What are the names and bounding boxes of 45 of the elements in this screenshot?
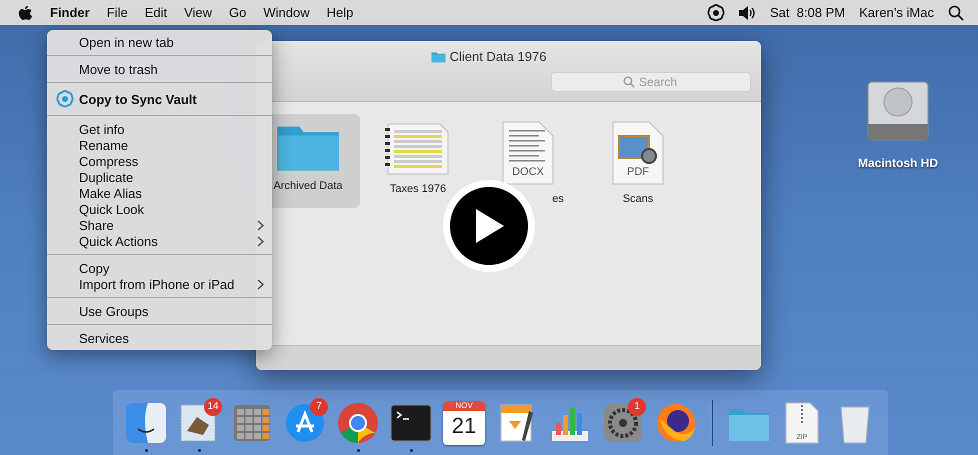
menu-title[interactable]: View: [184, 5, 212, 20]
search-icon[interactable]: [948, 4, 964, 20]
volume-icon[interactable]: [738, 4, 756, 20]
apple-icon[interactable]: [18, 4, 32, 20]
menu-item[interactable]: Copy: [47, 260, 272, 276]
drive-label: Macintosh HD: [858, 156, 938, 170]
window-title: Client Data 1976: [450, 49, 546, 64]
notification-badge: 7: [310, 398, 328, 416]
file-name: es: [551, 192, 565, 206]
sync-icon: [55, 89, 75, 109]
chrome-icon[interactable]: [336, 400, 380, 444]
search-field[interactable]: Search: [551, 72, 751, 92]
menu-item[interactable]: Quick Actions: [47, 233, 272, 249]
calendar-icon[interactable]: NOV 21: [443, 400, 485, 444]
file-name: Scans: [622, 192, 654, 206]
file-type-label: DOCX: [512, 166, 544, 178]
chevron-icon: [257, 220, 264, 230]
user-name[interactable]: Karen’s iMac: [859, 5, 934, 20]
menu-title[interactable]: Finder: [50, 5, 90, 20]
file-type-label: PDF: [627, 166, 649, 178]
finder-face-icon[interactable]: [124, 400, 168, 444]
menu-title[interactable]: Edit: [144, 5, 168, 20]
menu-title[interactable]: Help: [326, 5, 354, 20]
clock[interactable]: Sat 8:08 PM: [770, 5, 846, 20]
document-icon: [501, 120, 555, 186]
menu-title[interactable]: Window: [263, 5, 310, 20]
pdf-icon: [611, 120, 665, 186]
sync-icon[interactable]: [706, 2, 726, 22]
menu-item[interactable]: Use Groups: [47, 303, 272, 319]
menu-title[interactable]: File: [106, 5, 128, 20]
menu-item[interactable]: Open in new tab: [47, 34, 272, 50]
menu-item[interactable]: Import from iPhone or iPad: [47, 276, 272, 292]
menu-item[interactable]: Services: [47, 330, 272, 346]
notification-badge: 1: [628, 398, 646, 416]
menu-title[interactable]: Go: [229, 5, 246, 20]
search-icon: [623, 76, 635, 88]
menu-item[interactable]: Move to trash: [47, 61, 272, 77]
menu-item[interactable]: Copy to Sync Vault: [47, 88, 272, 110]
menu-item[interactable]: Share: [47, 217, 272, 233]
chevron-icon: [257, 236, 264, 246]
folder-icon: [430, 50, 446, 62]
file-name: Taxes 1976: [388, 182, 448, 196]
chevron-icon: [257, 278, 264, 290]
file-name: Archived Data: [273, 178, 343, 193]
notification-badge: 14: [204, 398, 222, 416]
